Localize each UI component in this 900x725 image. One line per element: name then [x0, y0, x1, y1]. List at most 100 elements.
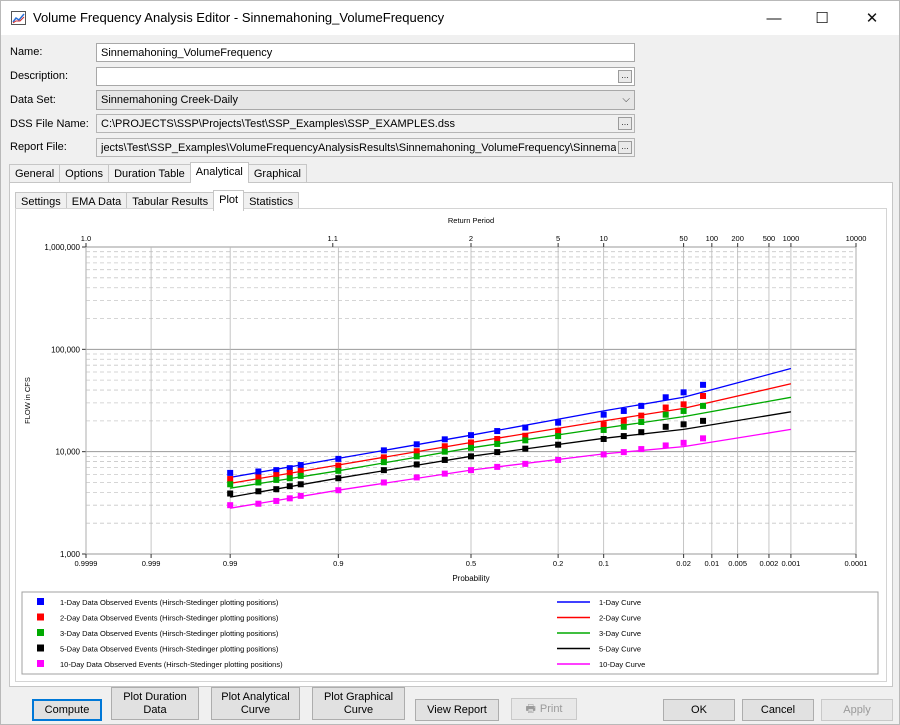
compute-button[interactable]: Compute [32, 699, 102, 721]
x-tick-label: 0.99 [223, 559, 238, 568]
data-point-10-day [413, 474, 420, 481]
data-point-10-day [680, 439, 687, 446]
data-point-1-day [227, 469, 234, 476]
data-point-2-day [335, 462, 342, 469]
x-axis-title: Probability [452, 574, 489, 583]
data-point-1-day [380, 447, 387, 454]
dss-file-value: C:\PROJECTS\SSP\Projects\Test\SSP_Exampl… [101, 118, 455, 130]
data-point-1-day [600, 411, 607, 418]
printer-icon: 🖶 [525, 702, 536, 715]
data-point-5-day [700, 417, 707, 424]
data-point-10-day [297, 492, 304, 499]
data-point-1-day [680, 389, 687, 396]
data-point-3-day [286, 475, 293, 482]
plot-analytical-curve-button[interactable]: Plot Analytical Curve [211, 687, 300, 720]
tab-graphical[interactable]: Graphical [247, 164, 307, 183]
y-tick-label: 1,000,000 [44, 243, 80, 252]
dss-file-ellipsis-button[interactable]: ... [618, 117, 632, 130]
legend-label: 10-Day Curve [599, 660, 645, 669]
legend-swatch [37, 644, 44, 652]
maximize-button[interactable]: ☐ [799, 1, 845, 35]
data-point-3-day [468, 444, 474, 451]
top-tick-label: 10 [599, 234, 607, 243]
data-point-2-day [700, 392, 707, 399]
tab-plot[interactable]: Plot [213, 190, 245, 211]
data-point-10-day [600, 451, 607, 458]
data-point-3-day [638, 418, 645, 425]
data-point-5-day [227, 490, 234, 497]
data-point-10-day [380, 479, 387, 486]
data-point-10-day [638, 446, 645, 453]
tab-general[interactable]: General [9, 164, 61, 183]
data-point-2-day [413, 448, 420, 455]
tab-analytical[interactable]: Analytical [189, 162, 249, 183]
print-button[interactable]: 🖶 Print [511, 698, 577, 720]
data-point-10-day [468, 467, 474, 474]
data-point-3-day [680, 407, 687, 414]
legend-label: 3-Day Curve [599, 629, 641, 638]
top-tick-label: 50 [679, 234, 687, 243]
top-tick-label: 5 [556, 234, 560, 243]
title-bar: Volume Frequency Analysis Editor - Sinne… [1, 1, 899, 35]
report-file-value: jects\Test\SSP_Examples\VolumeFrequencyA… [101, 142, 616, 154]
data-point-1-day [700, 381, 707, 388]
top-tick-label: 200 [731, 234, 744, 243]
chart-app-icon [11, 11, 26, 25]
dataset-value: Sinnemahoning Creek-Daily [101, 94, 238, 106]
close-button[interactable]: ✕ [849, 1, 895, 35]
x-tick-label: 0.2 [553, 559, 563, 568]
report-file-field[interactable]: jects\Test\SSP_Examples\VolumeFrequencyA… [96, 138, 635, 157]
data-point-3-day [555, 433, 562, 440]
frequency-chart[interactable]: 1,000 10,000 100,000 1,000,000 0.9999 0.999 0.… [16, 209, 886, 681]
data-point-5-day [441, 456, 448, 463]
data-point-3-day [413, 453, 420, 460]
data-point-5-day [286, 483, 293, 490]
data-point-1-day [335, 455, 342, 462]
plot-panel[interactable]: 1,000 10,000 100,000 1,000,000 0.9999 0.999 0.… [15, 208, 887, 682]
tab-duration-table[interactable]: Duration Table [108, 164, 191, 183]
y-tick-label: 10,000 [56, 448, 81, 457]
cancel-button[interactable]: Cancel [742, 699, 814, 721]
data-point-1-day [522, 424, 529, 431]
apply-button[interactable]: Apply [821, 699, 893, 721]
legend-label: 1-Day Data Observed Events (Hirsch-Stedi… [60, 598, 279, 607]
data-point-2-day [680, 401, 687, 408]
tab-options[interactable]: Options [59, 164, 110, 183]
data-point-10-day [700, 435, 707, 442]
legend-label: 10-Day Data Observed Events (Hirsch-Sted… [60, 660, 283, 669]
name-label: Name: [10, 46, 43, 58]
ok-button[interactable]: OK [663, 699, 735, 721]
data-point-5-day [522, 445, 529, 452]
data-point-10-day [441, 470, 448, 477]
data-point-3-day [662, 411, 669, 418]
dss-file-field[interactable]: C:\PROJECTS\SSP\Projects\Test\SSP_Exampl… [96, 114, 635, 133]
chevron-down-icon: ⌵ [622, 94, 630, 105]
data-point-10-day [494, 463, 501, 470]
data-point-10-day [620, 449, 627, 456]
dataset-select[interactable]: Sinnemahoning Creek-Daily ⌵ [96, 90, 635, 110]
x-tick-label: 0.002 [760, 559, 779, 568]
x-tick-label: 0.1 [598, 559, 608, 568]
report-file-ellipsis-button[interactable]: ... [618, 141, 632, 154]
data-point-3-day [255, 479, 262, 486]
minimize-button[interactable]: — [751, 1, 797, 35]
data-point-3-day [700, 402, 707, 409]
legend-label: 5-Day Data Observed Events (Hirsch-Stedi… [60, 645, 279, 654]
description-field[interactable]: ... [96, 67, 635, 86]
data-point-10-day [522, 460, 529, 467]
window-title: Volume Frequency Analysis Editor - Sinne… [33, 10, 445, 25]
plot-duration-data-button[interactable]: Plot Duration Data [111, 687, 199, 720]
data-point-2-day [227, 476, 234, 483]
plot-graphical-curve-button[interactable]: Plot Graphical Curve [312, 687, 405, 720]
data-point-10-day [273, 497, 280, 504]
data-point-5-day [413, 461, 420, 468]
description-ellipsis-button[interactable]: ... [618, 70, 632, 83]
data-point-5-day [662, 423, 669, 430]
data-point-10-day [555, 456, 562, 463]
data-point-2-day [662, 404, 669, 411]
data-point-5-day [620, 433, 627, 440]
name-field[interactable]: Sinnemahoning_VolumeFrequency [96, 43, 635, 62]
view-report-button[interactable]: View Report [415, 699, 499, 721]
data-point-5-day [638, 429, 645, 436]
data-point-1-day [620, 407, 627, 414]
